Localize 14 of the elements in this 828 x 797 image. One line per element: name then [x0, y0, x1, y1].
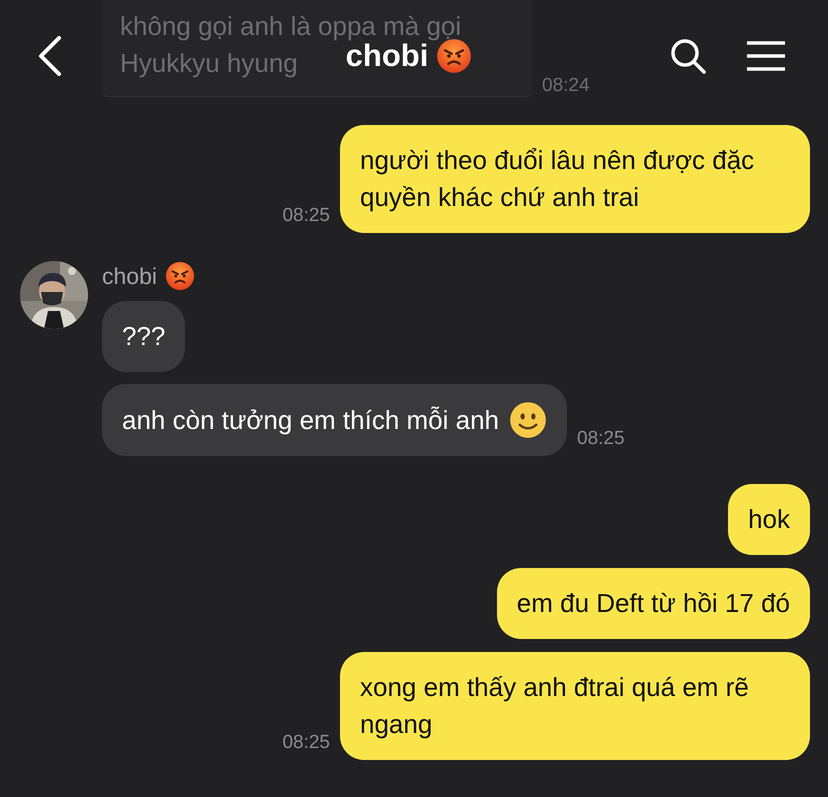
message-time: 08:24	[542, 75, 590, 97]
message-time: 08:25	[577, 428, 625, 451]
back-icon[interactable]	[38, 36, 62, 76]
message-bubble: người theo đuổi lâu nên được đặc quyền khác chứ anh trai	[340, 125, 810, 233]
message-time: 08:25	[282, 732, 330, 755]
message-time: 08:25	[282, 205, 330, 228]
message-bubble: hok	[728, 484, 810, 555]
search-icon[interactable]	[670, 38, 706, 74]
message-bubble: xong em thấy anh đtrai quá em rẽ ngang	[340, 652, 810, 760]
message-bubble: em đu Deft từ hồi 17 đó	[496, 568, 810, 639]
message-bubble: anh còn tưởng em thích mỗi anh	[102, 384, 567, 456]
sender-name: chobi	[102, 262, 157, 290]
menu-icon[interactable]	[746, 41, 786, 71]
message-bubble: ???	[102, 301, 186, 372]
